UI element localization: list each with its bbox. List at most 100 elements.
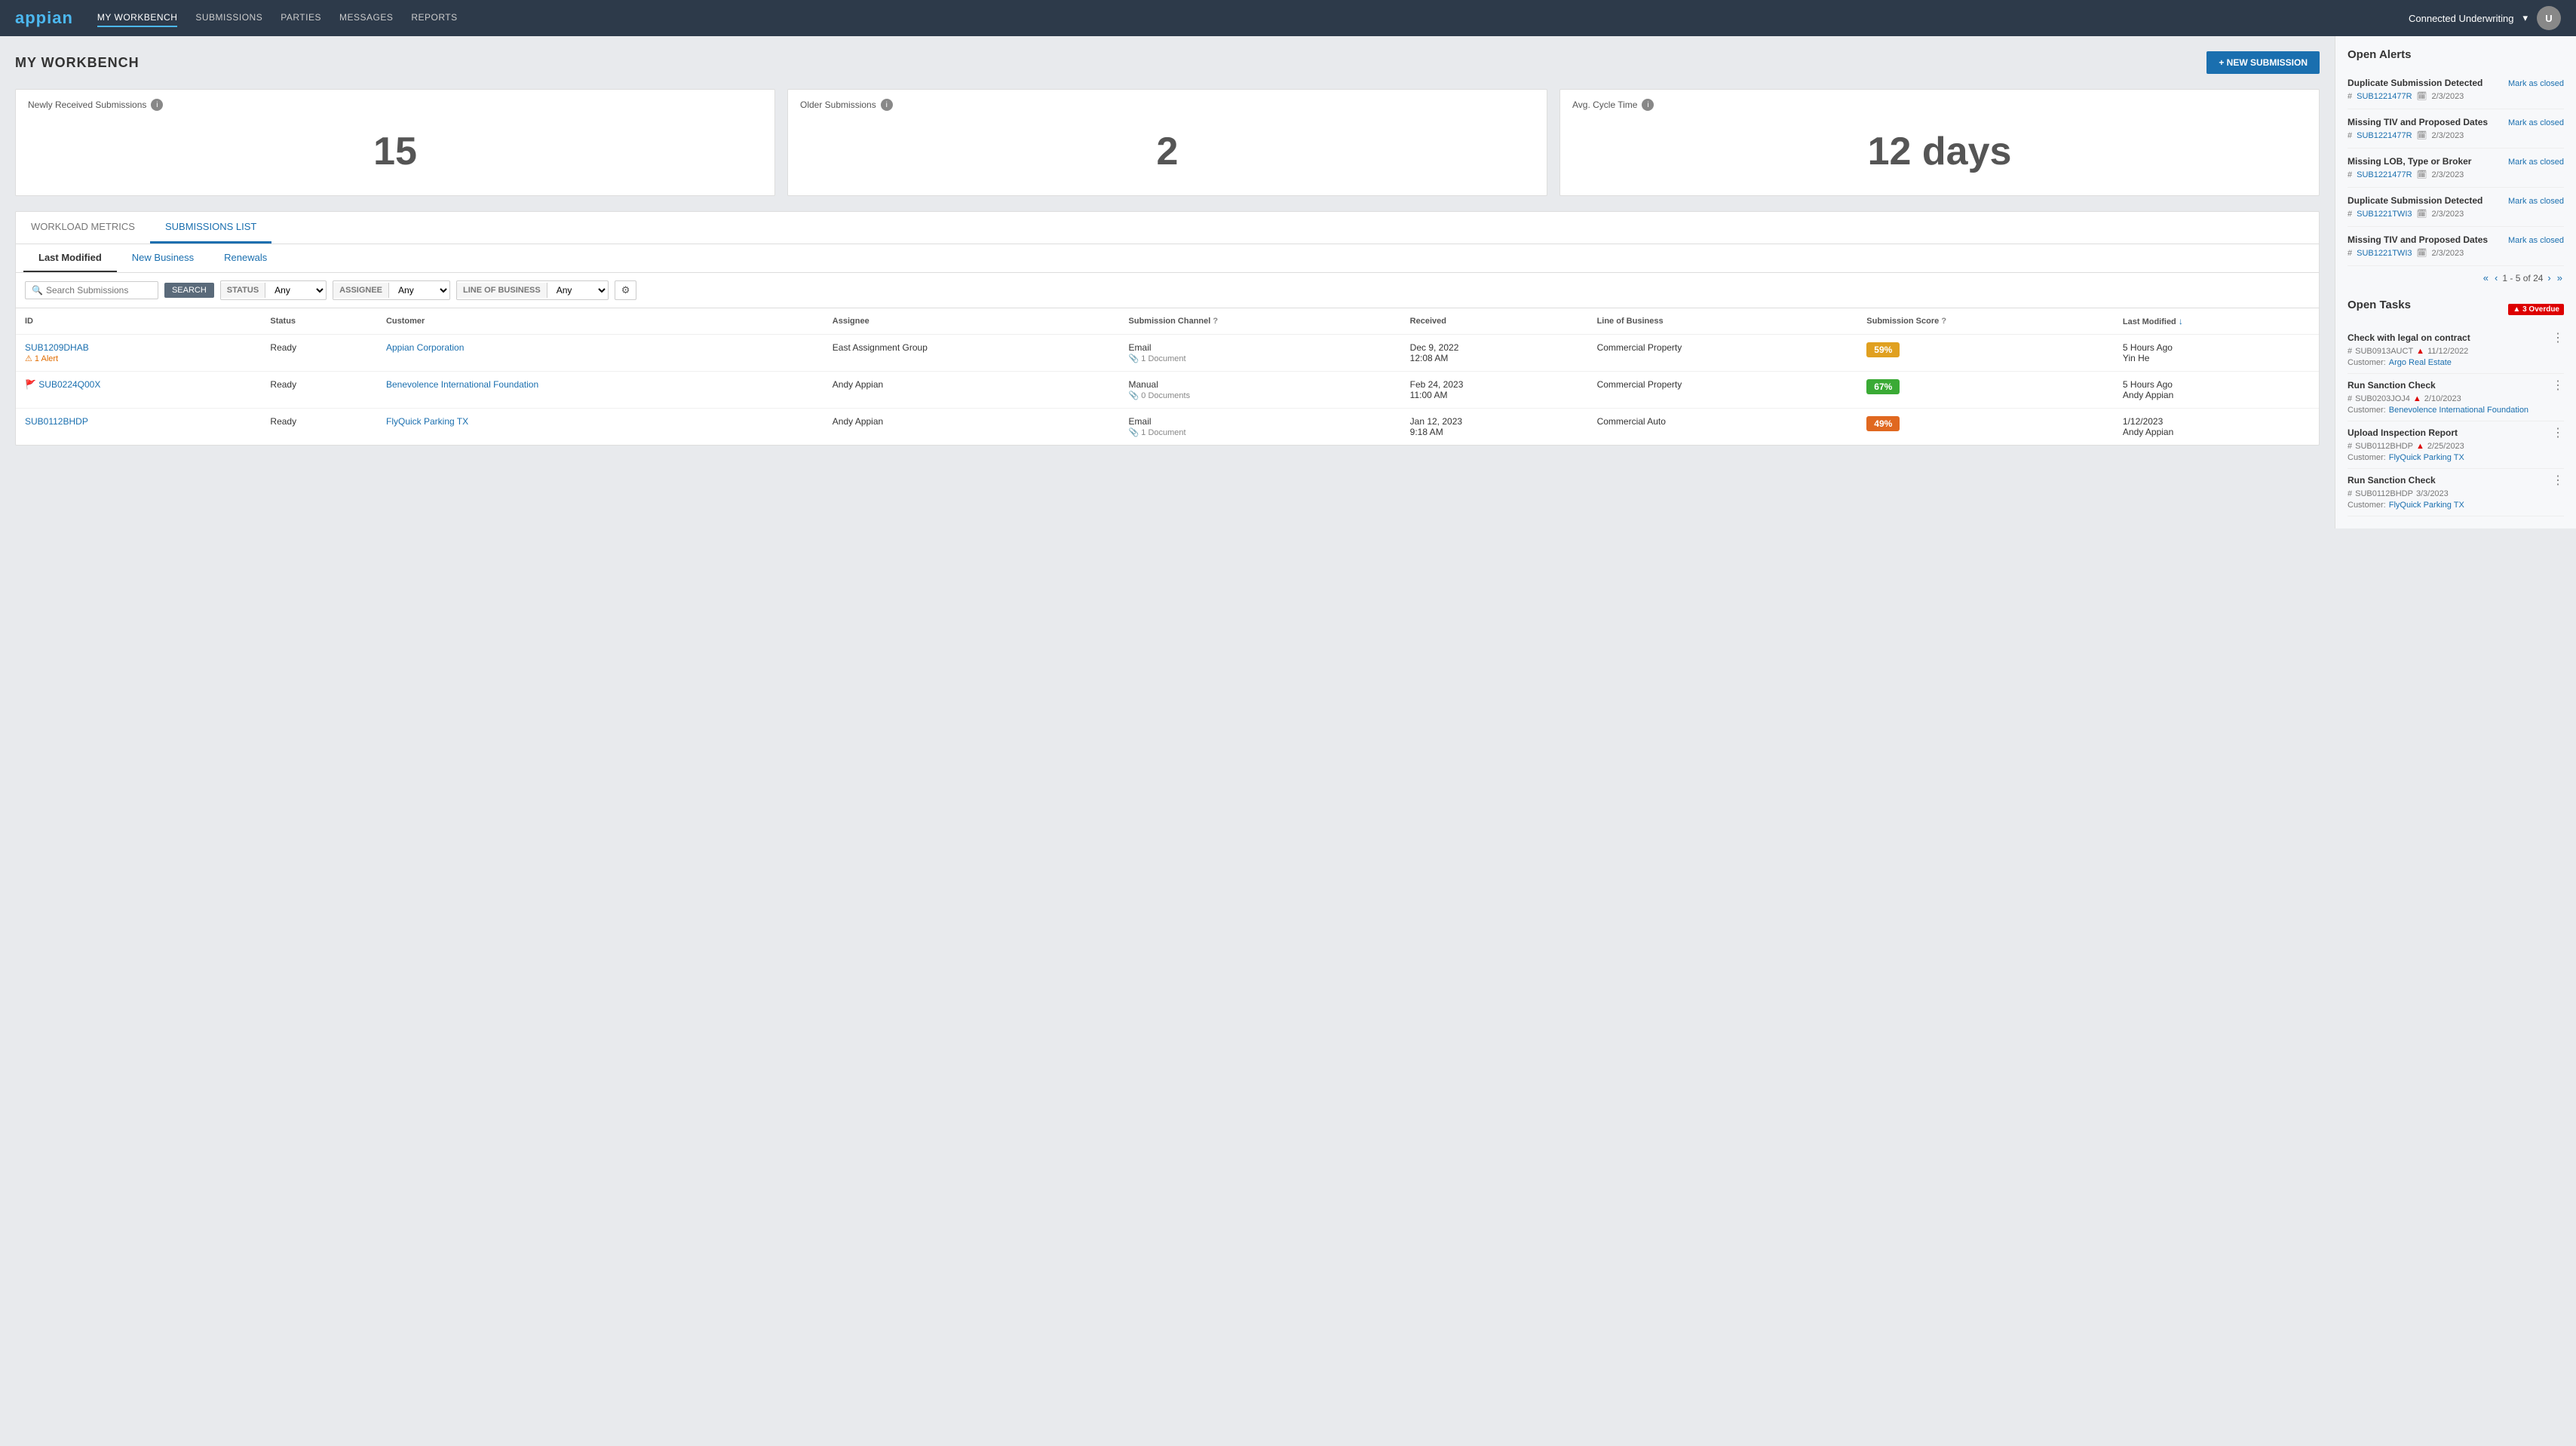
mark-as-closed-button[interactable]: Mark as closed <box>2508 79 2564 88</box>
cell-last-modified: 5 Hours AgoYin He <box>2114 335 2319 372</box>
cell-assignee: East Assignment Group <box>823 335 1120 372</box>
submission-id-link[interactable]: SUB1209DHAB <box>25 342 89 353</box>
logo-text: appian <box>15 8 73 28</box>
user-avatar[interactable]: U <box>2537 6 2561 30</box>
task-customer-link[interactable]: FlyQuick Parking TX <box>2389 453 2464 462</box>
cell-assignee: Andy Appian <box>823 372 1120 409</box>
task-customer-link[interactable]: Argo Real Estate <box>2389 358 2452 367</box>
submission-id-link[interactable]: SUB0224Q00X <box>38 379 100 390</box>
tab-submissions-list[interactable]: SUBMISSIONS LIST <box>150 212 271 244</box>
sub-tab-last-modified[interactable]: Last Modified <box>23 244 117 272</box>
table-row: 🚩 SUB0224Q00X Ready Benevolence Internat… <box>16 372 2319 409</box>
calendar-icon: 🗓 <box>2417 209 2427 219</box>
alert-sub-link[interactable]: SUB1221477R <box>2357 131 2412 140</box>
channel-help-icon[interactable]: ? <box>1213 317 1218 326</box>
table-row: SUB0112BHDP Ready FlyQuick Parking TX An… <box>16 409 2319 446</box>
alert-sub-link[interactable]: SUB1221TWI3 <box>2357 249 2412 258</box>
nav-item-reports[interactable]: REPORTS <box>411 9 457 27</box>
task-title-text: Check with legal on contract <box>2348 332 2470 343</box>
alerts-next-page-btn[interactable]: › <box>2546 272 2552 283</box>
filter-options-button[interactable]: ⚙ <box>615 280 637 300</box>
open-tasks-section: Open Tasks ▲ 3 Overdue Check with legal … <box>2348 299 2564 516</box>
col-header-last-modified[interactable]: Last Modified ↓ <box>2114 308 2319 335</box>
alert-meta: # SUB1221TWI3 🗓 2/3/2023 <box>2348 248 2564 258</box>
sub-tab-new-business[interactable]: New Business <box>117 244 209 272</box>
alert-date: 2/3/2023 <box>2431 131 2464 140</box>
older-info-icon[interactable]: i <box>881 99 893 111</box>
customer-link[interactable]: FlyQuick Parking TX <box>386 416 468 427</box>
col-header-assignee: Assignee <box>823 308 1120 335</box>
cell-lob: Commercial Auto <box>1588 409 1858 446</box>
sub-tab-renewals[interactable]: Renewals <box>209 244 282 272</box>
new-submission-button[interactable]: + NEW SUBMISSION <box>2206 51 2320 74</box>
lob-select[interactable]: Any <box>547 281 608 299</box>
customer-link[interactable]: Benevolence International Foundation <box>386 379 538 390</box>
task-date: 2/25/2023 <box>2427 442 2464 451</box>
task-menu-button[interactable]: ⋮ <box>2552 380 2564 392</box>
doc-info: 📎 1 Document <box>1129 428 1186 437</box>
task-sub-link[interactable]: SUB0913AUCT <box>2355 347 2413 356</box>
nav-item-parties[interactable]: PARTIES <box>281 9 321 27</box>
task-sub-link[interactable]: SUB0112BHDP <box>2355 442 2413 451</box>
mark-as-closed-button[interactable]: Mark as closed <box>2508 118 2564 127</box>
sub-tabs: Last Modified New Business Renewals <box>16 244 2319 273</box>
alert-sub-link[interactable]: SUB1221TWI3 <box>2357 210 2412 219</box>
alert-meta: # SUB1221TWI3 🗓 2/3/2023 <box>2348 209 2564 219</box>
dropdown-icon[interactable]: ▾ <box>2522 12 2528 24</box>
task-title-text: Run Sanction Check <box>2348 380 2436 391</box>
task-customer-link[interactable]: FlyQuick Parking TX <box>2389 501 2464 510</box>
cell-received: Jan 12, 20239:18 AM <box>1401 409 1588 446</box>
task-customer-label: Customer: <box>2348 406 2386 415</box>
avg-cycle-info-icon[interactable]: i <box>1642 99 1654 111</box>
alert-sub-link[interactable]: SUB1221477R <box>2357 170 2412 179</box>
task-menu-button[interactable]: ⋮ <box>2552 475 2564 487</box>
hash-icon: # <box>2348 131 2352 140</box>
left-panel: MY WORKBENCH + NEW SUBMISSION Newly Rece… <box>0 36 2335 528</box>
app-name[interactable]: Connected Underwriting <box>2409 13 2513 24</box>
nav-right: Connected Underwriting ▾ U <box>2409 6 2561 30</box>
page-title: MY WORKBENCH <box>15 55 140 71</box>
mark-as-closed-button[interactable]: Mark as closed <box>2508 236 2564 245</box>
nav-item-messages[interactable]: MESSAGES <box>339 9 393 27</box>
task-date: 3/3/2023 <box>2416 489 2449 498</box>
cell-received: Dec 9, 202212:08 AM <box>1401 335 1588 372</box>
task-customer-link[interactable]: Benevolence International Foundation <box>2389 406 2528 415</box>
nav-item-submissions[interactable]: SUBMISSIONS <box>195 9 262 27</box>
score-help-icon[interactable]: ? <box>1941 317 1946 326</box>
metric-newly-received: Newly Received Submissions i 15 <box>15 89 775 196</box>
search-button[interactable]: SEARCH <box>164 283 214 298</box>
alerts-last-page-btn[interactable]: » <box>2556 272 2564 283</box>
submission-id-link[interactable]: SUB0112BHDP <box>25 416 88 427</box>
assignee-select[interactable]: Any <box>389 281 449 299</box>
alert-sub-link[interactable]: SUB1221477R <box>2357 92 2412 101</box>
alert-row: Duplicate Submission Detected Mark as cl… <box>2348 78 2564 88</box>
cell-lob: Commercial Property <box>1588 372 1858 409</box>
task-title-row: Upload Inspection Report ⋮ <box>2348 427 2564 440</box>
mark-as-closed-button[interactable]: Mark as closed <box>2508 158 2564 167</box>
cell-lob: Commercial Property <box>1588 335 1858 372</box>
newly-received-info-icon[interactable]: i <box>151 99 163 111</box>
task-menu-button[interactable]: ⋮ <box>2552 332 2564 345</box>
app-logo[interactable]: appian <box>15 8 73 28</box>
task-menu-button[interactable]: ⋮ <box>2552 427 2564 440</box>
status-select[interactable]: Any <box>265 281 326 299</box>
task-sub-link[interactable]: SUB0112BHDP <box>2355 489 2413 498</box>
search-input[interactable] <box>46 285 152 296</box>
mark-as-closed-button[interactable]: Mark as closed <box>2508 197 2564 206</box>
search-input-wrap: 🔍 <box>25 281 158 299</box>
hash-icon: # <box>2348 210 2352 219</box>
col-header-status: Status <box>261 308 377 335</box>
alerts-prev-page-btn[interactable]: ‹ <box>2493 272 2499 283</box>
nav-item-my-workbench[interactable]: MY WORKBENCH <box>97 9 177 27</box>
alert-meta: # SUB1221477R 🗓 2/3/2023 <box>2348 170 2564 179</box>
metric-avg-cycle: Avg. Cycle Time i 12 days <box>1559 89 2320 196</box>
cell-last-modified: 5 Hours AgoAndy Appian <box>2114 372 2319 409</box>
status-filter-label: STATUS <box>221 283 265 298</box>
tab-workload-metrics[interactable]: WORKLOAD METRICS <box>16 212 150 244</box>
alerts-list: Duplicate Submission Detected Mark as cl… <box>2348 70 2564 266</box>
task-date: 11/12/2022 <box>2427 347 2468 356</box>
right-panel: Open Alerts Duplicate Submission Detecte… <box>2335 36 2576 528</box>
customer-link[interactable]: Appian Corporation <box>386 342 464 353</box>
task-sub-link[interactable]: SUB0203JOJ4 <box>2355 394 2410 403</box>
alerts-first-page-btn[interactable]: « <box>2482 272 2490 283</box>
